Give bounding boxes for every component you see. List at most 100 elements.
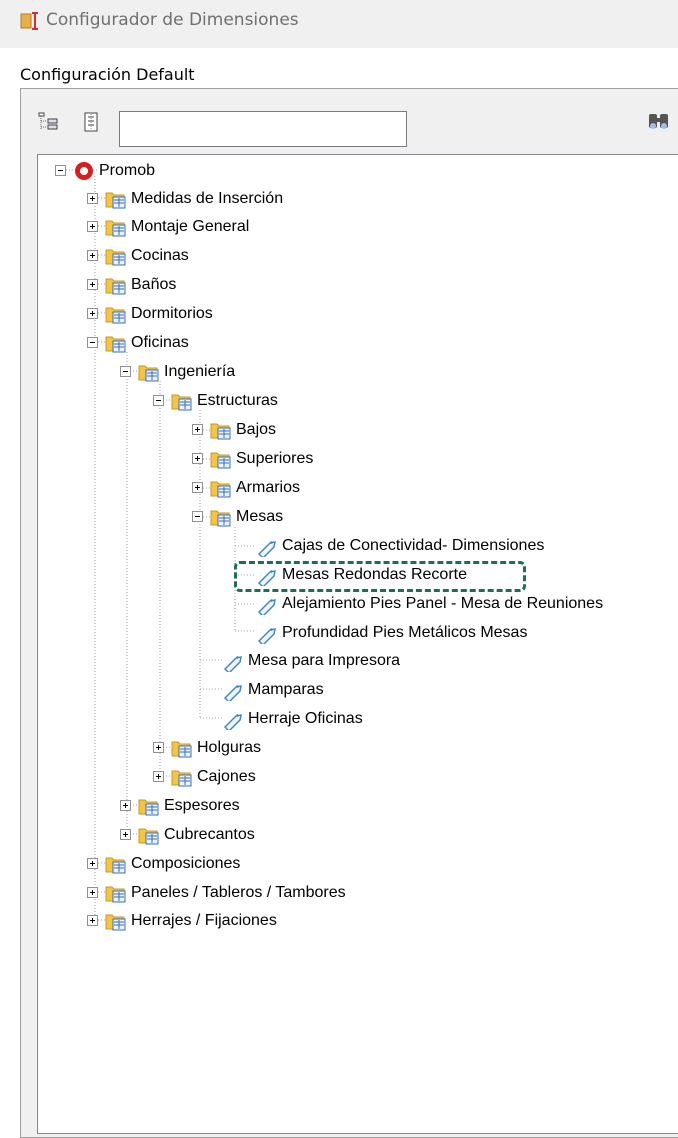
expand-toggle[interactable]: [192, 482, 203, 493]
highlight-annotation: [234, 561, 526, 592]
tree-node-label: Holguras: [197, 738, 262, 756]
collapse-toggle[interactable]: [153, 395, 164, 406]
folder-icon: [105, 216, 127, 238]
collapse-toggle[interactable]: [55, 165, 66, 176]
tag-icon: [256, 535, 278, 557]
folder-icon: [171, 737, 193, 759]
expand-toggle[interactable]: [87, 250, 98, 261]
folder-icon: [105, 910, 127, 932]
tree-node-cajas[interactable]: Cajas de Conectividad- Dimensiones: [256, 531, 544, 560]
tree-node-banos[interactable]: Baños: [87, 270, 176, 299]
search-input[interactable]: [119, 111, 407, 147]
folder-icon: [210, 419, 232, 441]
tree-node-label: Cocinas: [131, 246, 189, 264]
collapse-toggle[interactable]: [120, 366, 131, 377]
tree-node-label: Herraje Oficinas: [248, 709, 363, 727]
tree-node-label: Herrajes / Fijaciones: [131, 911, 277, 929]
tag-icon: [222, 650, 244, 672]
binoculars-icon[interactable]: [647, 111, 678, 133]
expand-toggle[interactable]: [87, 221, 98, 232]
tree-node-cajones[interactable]: Cajones: [153, 762, 256, 791]
tree-node-label: Dormitorios: [131, 304, 213, 322]
tree-node-label: Superiores: [236, 449, 314, 467]
tree-node-cubrecantos[interactable]: Cubrecantos: [120, 820, 255, 849]
tree-node-label: Profundidad Pies Metálicos Mesas: [282, 623, 528, 641]
tree-node-estructuras[interactable]: Estructuras: [153, 386, 278, 415]
tag-icon: [256, 622, 278, 644]
tree-node-holguras[interactable]: Holguras: [153, 733, 261, 762]
collapse-toggle[interactable]: [87, 337, 98, 348]
expand-toggle[interactable]: [192, 424, 203, 435]
title-bar: Configurador de Dimensiones: [0, 0, 678, 48]
folder-icon: [105, 303, 127, 325]
tree-node-armarios[interactable]: Armarios: [192, 473, 300, 502]
folder-icon: [105, 332, 127, 354]
tree-node-label: Oficinas: [131, 333, 189, 351]
tree-node-ingenieria[interactable]: Ingeniería: [120, 357, 235, 386]
tree-node-label: Promob: [99, 161, 156, 179]
tree-node-label: Cajones: [197, 767, 256, 785]
tree-node-label: Baños: [131, 275, 177, 293]
tag-icon: [256, 593, 278, 615]
folder-icon: [105, 274, 127, 296]
tree-node-label: Estructuras: [197, 391, 278, 409]
tree-node-label: Mesa para Impresora: [248, 651, 401, 669]
tree-node-alejamiento[interactable]: Alejamiento Pies Panel - Mesa de Reunion…: [256, 589, 603, 618]
expand-toggle[interactable]: [87, 193, 98, 204]
collapse-toggle[interactable]: [192, 511, 203, 522]
tree-node-mesa-impresora[interactable]: Mesa para Impresora: [222, 646, 400, 675]
tree-node-label: Cajas de Conectividad- Dimensiones: [282, 536, 545, 554]
tree-node-label: Alejamiento Pies Panel - Mesa de Reunion…: [282, 594, 604, 612]
tree-node-mesas[interactable]: Mesas: [192, 502, 283, 531]
tree-node-oficinas[interactable]: Oficinas: [87, 328, 189, 357]
expand-toggle[interactable]: [153, 771, 164, 782]
panel-title: Configuración Default: [20, 65, 195, 84]
tree-node-label: Paneles / Tableros / Tambores: [131, 883, 346, 901]
expand-toggle[interactable]: [87, 279, 98, 290]
tree-node-bajos[interactable]: Bajos: [192, 415, 276, 444]
tree-node-profundidad[interactable]: Profundidad Pies Metálicos Mesas: [256, 618, 527, 647]
folder-icon: [138, 795, 160, 817]
folder-icon: [210, 506, 232, 528]
tree-node-label: Medidas de Inserción: [131, 189, 284, 207]
expand-toggle[interactable]: [153, 742, 164, 753]
tree-node-composiciones[interactable]: Composiciones: [87, 849, 240, 878]
tree-node-montaje[interactable]: Montaje General: [87, 212, 249, 241]
expand-toggle[interactable]: [87, 858, 98, 869]
tree-node-label: Armarios: [236, 478, 301, 496]
tree-node-label: Montaje General: [131, 217, 250, 235]
tree-node-label: Ingeniería: [164, 362, 236, 380]
collapse-tree-icon[interactable]: [37, 111, 59, 133]
expand-toggle[interactable]: [87, 887, 98, 898]
tree-node-label: Mesas: [236, 507, 284, 525]
expand-toggle[interactable]: [87, 915, 98, 926]
tree-node-label: Espesores: [164, 796, 240, 814]
tree-node-herrajes[interactable]: Herrajes / Fijaciones: [87, 906, 277, 935]
window-title: Configurador de Dimensiones: [46, 10, 299, 30]
expand-toggle[interactable]: [87, 308, 98, 319]
expand-toggle[interactable]: [120, 829, 131, 840]
folder-icon: [210, 477, 232, 499]
folder-icon: [210, 448, 232, 470]
tree-node-root[interactable]: Promob: [55, 156, 155, 185]
folder-icon: [171, 766, 193, 788]
tree-node-mamparas[interactable]: Mamparas: [222, 675, 324, 704]
tree-node-medidas[interactable]: Medidas de Inserción: [87, 184, 283, 213]
tree-node-espesores[interactable]: Espesores: [120, 791, 240, 820]
expand-tree-icon[interactable]: [80, 111, 102, 133]
tree-node-herraje-oficinas[interactable]: Herraje Oficinas: [222, 704, 363, 733]
tag-icon: [222, 679, 244, 701]
tree-node-superiores[interactable]: Superiores: [192, 444, 313, 473]
tag-icon: [222, 708, 244, 730]
tree-node-dormitorios[interactable]: Dormitorios: [87, 299, 213, 328]
ruler-app-icon: [20, 12, 38, 30]
folder-icon: [138, 824, 160, 846]
folder-icon: [171, 390, 193, 412]
tree-node-cocinas[interactable]: Cocinas: [87, 241, 189, 270]
folder-icon: [105, 853, 127, 875]
tree-node-label: Mamparas: [248, 680, 324, 698]
tree-node-paneles[interactable]: Paneles / Tableros / Tambores: [87, 878, 346, 907]
folder-icon: [105, 245, 127, 267]
expand-toggle[interactable]: [120, 800, 131, 811]
expand-toggle[interactable]: [192, 453, 203, 464]
